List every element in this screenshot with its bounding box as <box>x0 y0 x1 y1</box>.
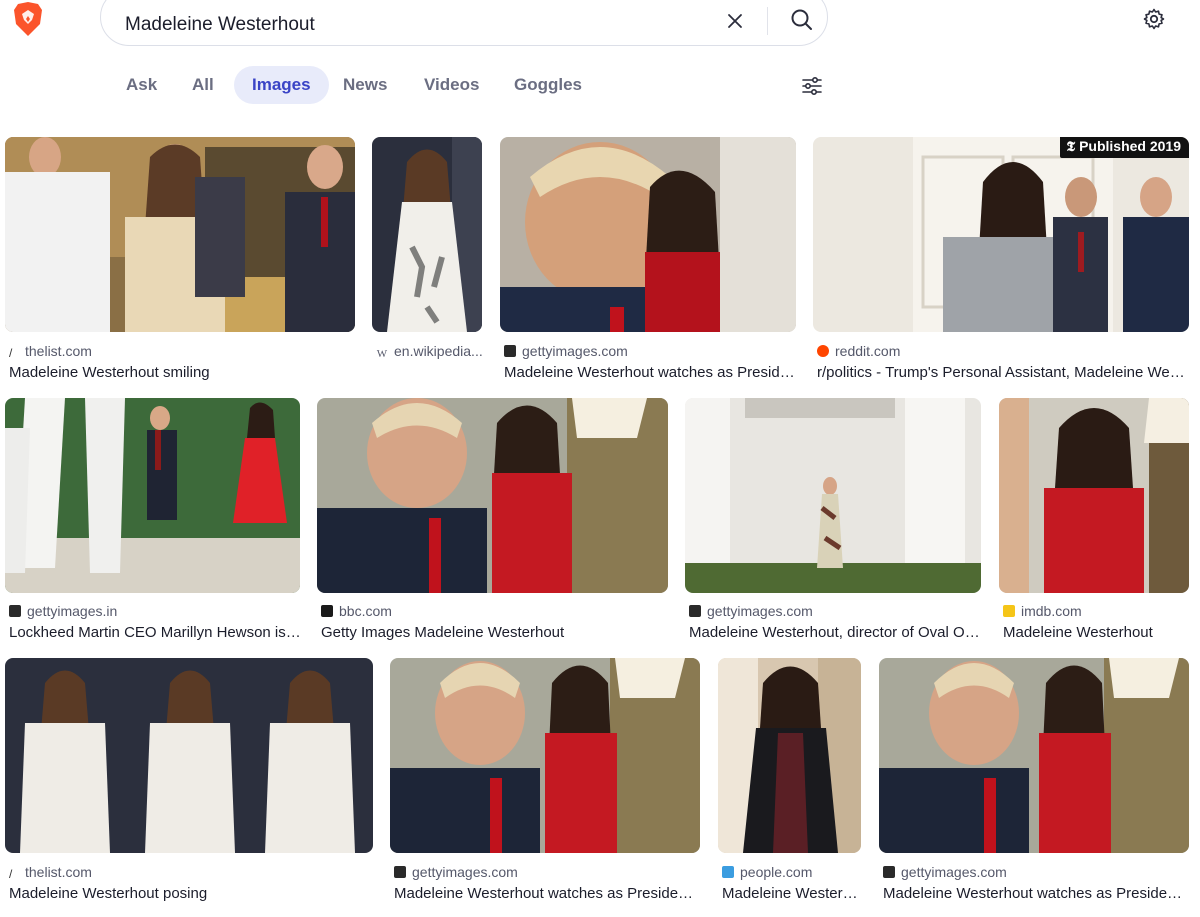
gettyimages-icon <box>883 866 895 878</box>
tab-ask[interactable]: Ask <box>108 66 175 104</box>
result-meta: gettyimages.com Madeleine Westerhout wat… <box>394 863 700 903</box>
result-source[interactable]: gettyimages.com <box>707 603 813 619</box>
result-image[interactable] <box>879 658 1189 853</box>
result-image[interactable]: 𝕿 Published 2019 <box>813 137 1189 332</box>
search-input[interactable] <box>125 7 685 43</box>
gettyimages-icon <box>689 605 701 617</box>
result-meta: gettyimages.in Lockheed Martin CEO Maril… <box>9 602 301 642</box>
brave-logo[interactable] <box>12 0 44 38</box>
result-caption[interactable]: Madeleine Westerhout watches as Presiden… <box>883 884 1189 903</box>
result-meta: gettyimages.com Madeleine Westerhout wat… <box>883 863 1189 903</box>
result-meta: bbc.com Getty Images Madeleine Westerhou… <box>321 602 668 642</box>
filters-button[interactable] <box>800 74 824 98</box>
result-image[interactable] <box>5 658 373 853</box>
result-caption[interactable]: Madeleine Westerhout <box>1003 623 1189 642</box>
result-source[interactable]: thelist.com <box>25 343 92 359</box>
result-source[interactable]: people.com <box>740 864 812 880</box>
result-image[interactable] <box>685 398 981 593</box>
gettyimages-icon <box>9 605 21 617</box>
thelist-icon: / <box>9 868 19 880</box>
result-caption[interactable]: Madeleine Westerhout watches as Presiden… <box>504 363 796 382</box>
settings-button[interactable] <box>1142 7 1166 31</box>
result-image[interactable] <box>390 658 700 853</box>
close-icon <box>728 14 742 28</box>
result-source[interactable]: thelist.com <box>25 864 92 880</box>
tab-goggles[interactable]: Goggles <box>496 66 600 104</box>
sliders-icon <box>802 76 822 96</box>
result-caption[interactable]: Madeleine Westerhout smiling <box>9 363 354 382</box>
search-bar <box>100 0 828 46</box>
result-meta: / thelist.com Madeleine Westerhout smilin… <box>9 342 354 382</box>
result-source[interactable]: bbc.com <box>339 603 392 619</box>
result-meta: reddit.com r/politics - Trump's Personal… <box>817 342 1189 382</box>
result-caption[interactable]: Lockheed Martin CEO Marillyn Hewson is e… <box>9 623 301 642</box>
result-source[interactable]: gettyimages.in <box>27 603 117 619</box>
reddit-icon <box>817 345 829 357</box>
search-icon <box>791 9 812 30</box>
result-image[interactable] <box>372 137 482 332</box>
result-image[interactable] <box>5 398 300 593</box>
search-button[interactable] <box>789 7 815 33</box>
result-meta: Wen.wikipedia... <box>376 342 486 363</box>
result-source[interactable]: en.wikipedia... <box>394 343 483 359</box>
tab-news[interactable]: News <box>325 66 405 104</box>
result-meta: / thelist.com Madeleine Westerhout posing <box>9 863 373 903</box>
tab-videos[interactable]: Videos <box>406 66 497 104</box>
result-source[interactable]: gettyimages.com <box>412 864 518 880</box>
published-badge: 𝕿 Published 2019 <box>1060 137 1189 158</box>
result-source[interactable]: reddit.com <box>835 343 900 359</box>
result-caption[interactable]: Madeleine Westerhout <box>722 884 861 903</box>
result-source[interactable]: gettyimages.com <box>901 864 1007 880</box>
tab-all[interactable]: All <box>174 66 232 104</box>
imdb-icon <box>1003 605 1015 617</box>
result-meta: imdb.com Madeleine Westerhout <box>1003 602 1189 642</box>
gettyimages-icon <box>394 866 406 878</box>
search-divider <box>767 7 768 35</box>
result-caption[interactable]: Madeleine Westerhout, director of Oval O… <box>689 623 981 642</box>
result-meta: gettyimages.com Madeleine Westerhout wat… <box>504 342 796 382</box>
clear-search-button[interactable] <box>723 9 747 33</box>
result-caption[interactable]: Madeleine Westerhout watches as Presiden… <box>394 884 700 903</box>
people-icon <box>722 866 734 878</box>
result-image[interactable] <box>999 398 1189 593</box>
gear-icon <box>1143 8 1165 30</box>
tab-images[interactable]: Images <box>234 66 329 104</box>
gettyimages-icon <box>504 345 516 357</box>
result-image[interactable] <box>718 658 861 853</box>
result-meta: people.com Madeleine Westerhout <box>722 863 861 903</box>
result-caption[interactable]: r/politics - Trump's Personal Assistant,… <box>817 363 1189 382</box>
result-image[interactable] <box>317 398 668 593</box>
thelist-icon: / <box>9 347 19 359</box>
result-caption[interactable]: Getty Images Madeleine Westerhout <box>321 623 668 642</box>
bbc-icon <box>321 605 333 617</box>
wikipedia-icon: W <box>376 348 388 360</box>
result-source[interactable]: imdb.com <box>1021 603 1082 619</box>
result-image[interactable] <box>500 137 796 332</box>
result-source[interactable]: gettyimages.com <box>522 343 628 359</box>
result-meta: gettyimages.com Madeleine Westerhout, di… <box>689 602 981 642</box>
result-image[interactable] <box>5 137 355 332</box>
result-caption[interactable]: Madeleine Westerhout posing <box>9 884 373 903</box>
